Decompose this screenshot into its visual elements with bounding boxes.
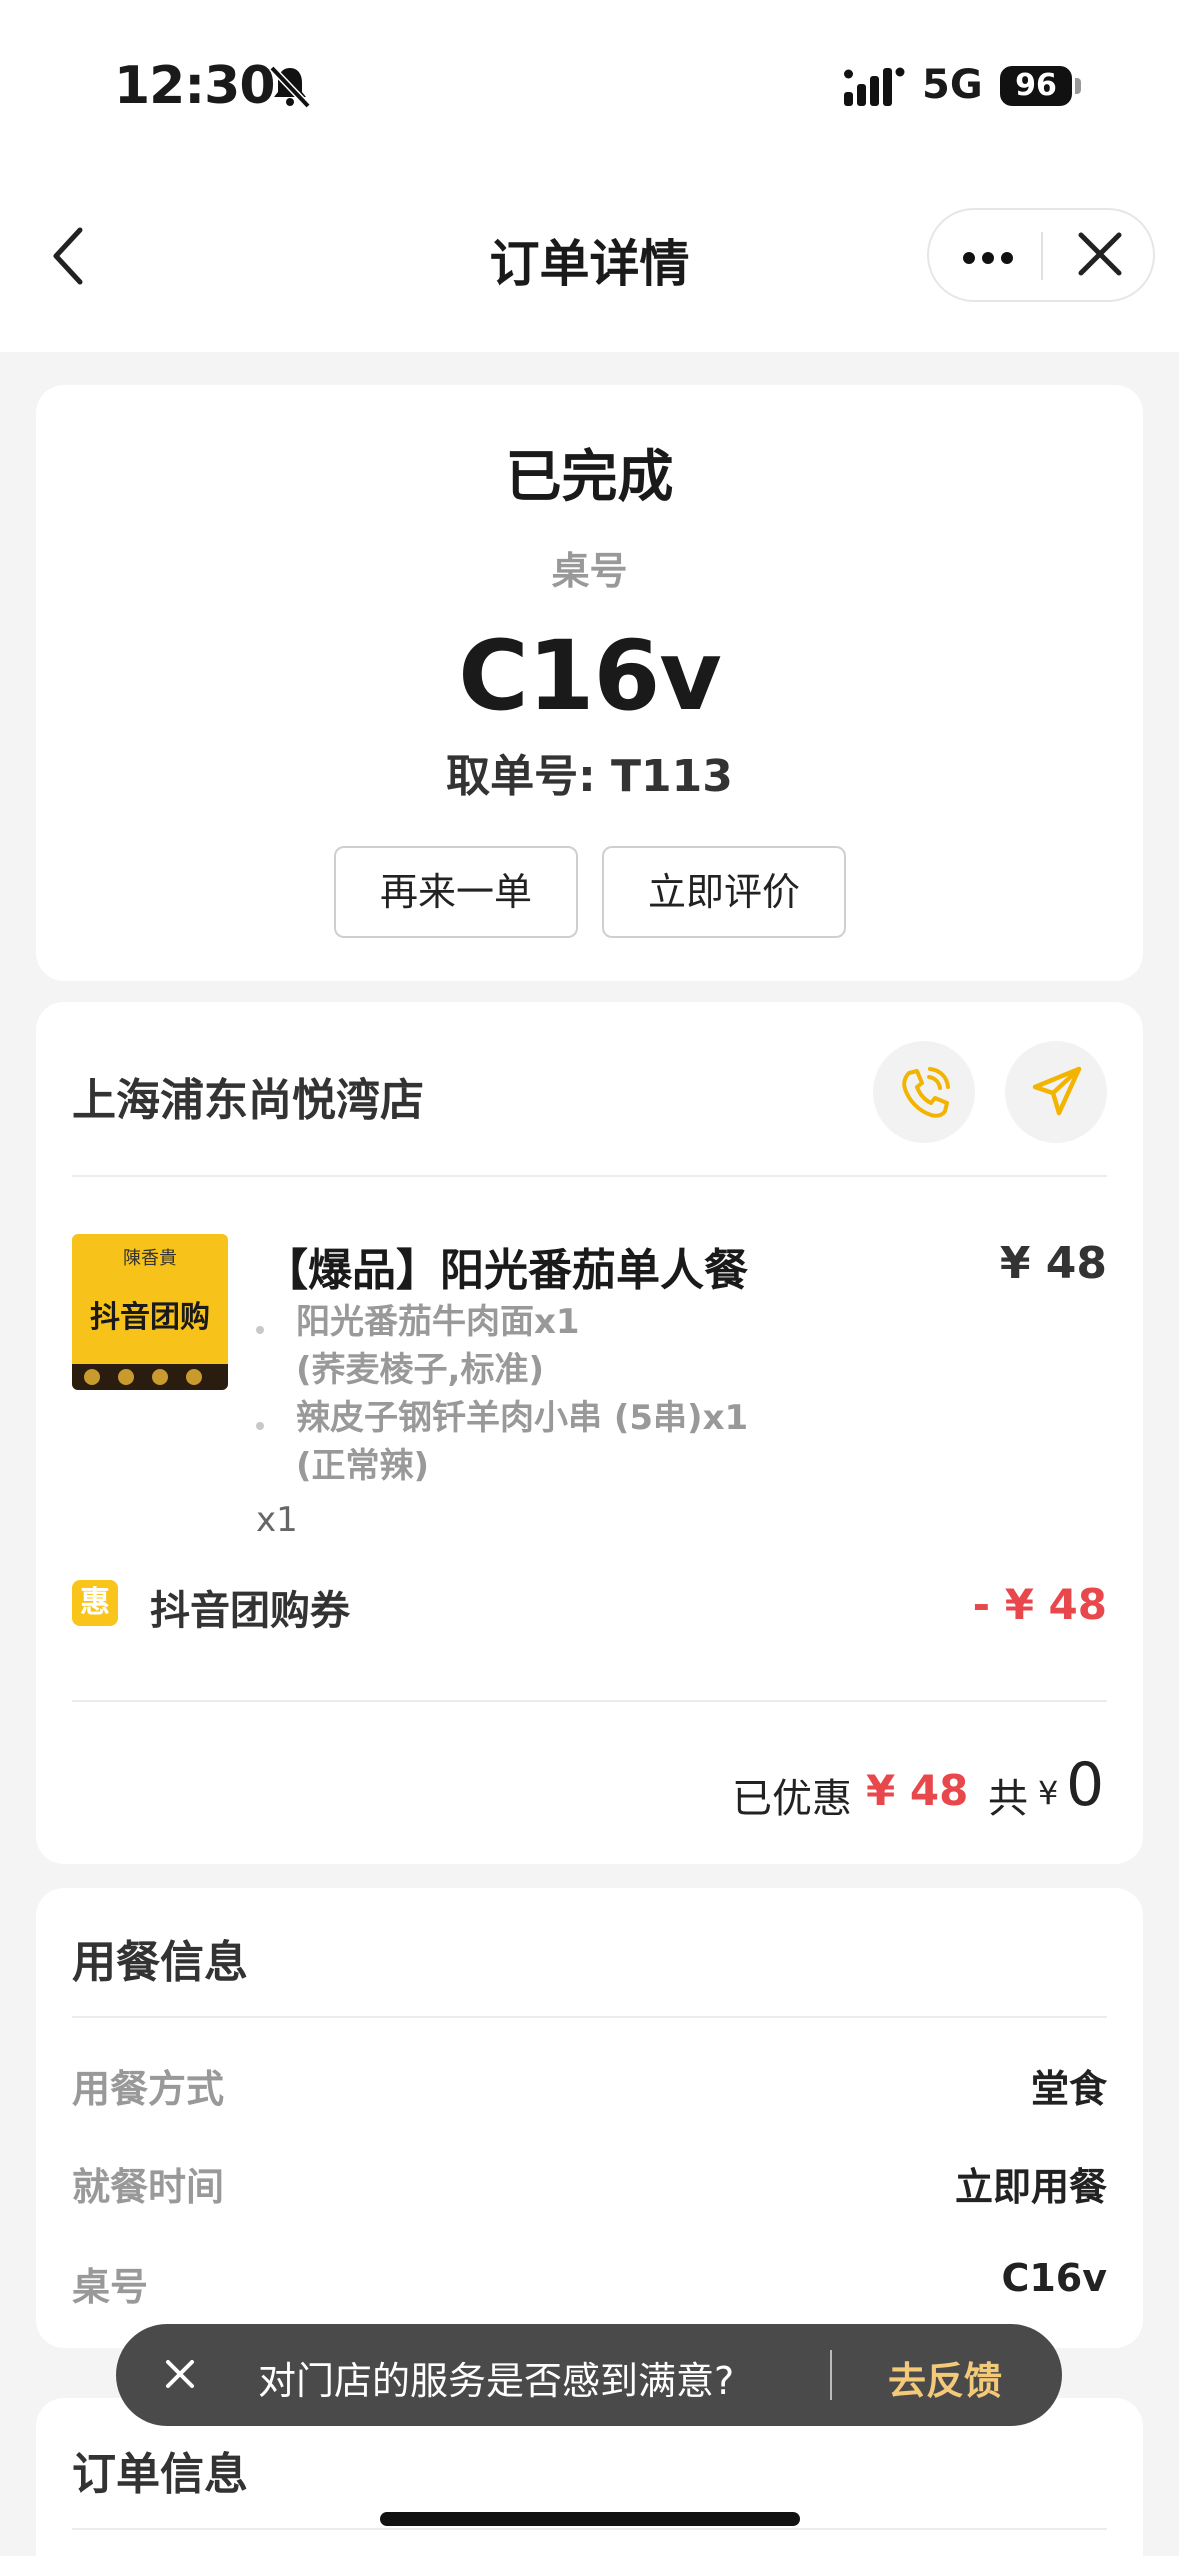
call-store-button[interactable]	[873, 1041, 975, 1143]
pickup-value: T113	[611, 751, 733, 802]
network-label: 5G	[922, 62, 983, 108]
more-dot-icon	[982, 252, 994, 264]
item-price: ¥ 48	[999, 1238, 1107, 1289]
navigation-arrow-icon	[1032, 1066, 1082, 1116]
info-value-dining-mode: 堂食	[1030, 2067, 1107, 2111]
info-label-dining-time: 就餐时间	[72, 2165, 225, 2209]
pickup-label: 取单号:	[446, 751, 612, 802]
navigate-button[interactable]	[1005, 1041, 1107, 1143]
more-dot-icon	[1001, 252, 1013, 264]
coupon-label: 抖音团购券	[150, 1588, 350, 1634]
total-currency: ¥	[1038, 1774, 1059, 1812]
dining-info-title: 用餐信息	[72, 1937, 248, 1988]
divider	[72, 1700, 1107, 1702]
thumb-text: 抖音团购	[90, 1300, 210, 1335]
reorder-button[interactable]: 再来一单	[334, 846, 578, 938]
divider	[72, 1175, 1107, 1177]
close-icon[interactable]	[1043, 210, 1155, 300]
bell-muted-icon	[269, 65, 311, 109]
divider	[72, 2528, 1107, 2530]
sub-item-name: 阳光番茄牛肉面x1	[296, 1302, 580, 1342]
more-dot-icon	[963, 252, 975, 264]
feedback-toast: 对门店的服务是否感到满意? 去反馈	[116, 2324, 1062, 2426]
thumb-brand: 陳香貴	[123, 1248, 177, 1269]
info-label-table: 桌号	[72, 2265, 149, 2309]
info-value-table: C16v	[1001, 2256, 1107, 2300]
item-name: 【爆品】阳光番茄单人餐	[264, 1245, 748, 1296]
home-indicator[interactable]	[380, 2512, 800, 2526]
phone-icon	[902, 1067, 950, 1118]
info-label-dining-mode: 用餐方式	[72, 2067, 225, 2111]
divider	[72, 2016, 1107, 2018]
table-number: C16v	[458, 620, 722, 732]
item-thumbnail: 陳香貴 抖音团购	[72, 1234, 228, 1390]
total-label: 共	[988, 1776, 1028, 1822]
mini-program-capsule	[927, 208, 1155, 302]
bullet	[256, 1422, 264, 1430]
battery-tip	[1075, 78, 1081, 94]
more-button[interactable]	[929, 210, 1042, 300]
status-time: 12:30	[114, 56, 276, 116]
thumb-decor-strip	[72, 1364, 228, 1390]
order-info-title: 订单信息	[72, 2449, 248, 2500]
toast-message: 对门店的服务是否感到满意?	[258, 2359, 735, 2403]
sub-item-name: 辣皮子钢钎羊肉小串 (5串)x1	[296, 1398, 749, 1438]
coupon-amount: - ¥ 48	[972, 1580, 1107, 1629]
order-status: 已完成	[505, 445, 674, 510]
pickup-number: 取单号: T113	[0, 740, 1179, 804]
toast-close-icon[interactable]	[160, 2354, 200, 2394]
feedback-button[interactable]: 去反馈	[888, 2350, 1002, 2405]
item-quantity: x1	[256, 1500, 298, 1540]
table-label: 桌号	[551, 549, 628, 593]
saved-label: 已优惠	[732, 1776, 852, 1822]
sub-item-detail: (正常辣)	[296, 1446, 430, 1486]
review-button[interactable]: 立即评价	[602, 846, 846, 938]
total-amount: 0	[1066, 1750, 1105, 1820]
sub-item-detail: (荞麦棱子,标准)	[296, 1350, 544, 1390]
coupon-badge: 惠	[72, 1580, 118, 1626]
signal-icon	[844, 67, 905, 106]
saved-amount: ¥ 48	[866, 1766, 969, 1815]
battery-indicator: 96	[1000, 66, 1072, 106]
store-name[interactable]: 上海浦东尚悦湾店	[72, 1064, 424, 1128]
toast-divider	[830, 2350, 832, 2400]
bullet	[256, 1326, 264, 1334]
info-value-dining-time: 立即用餐	[954, 2165, 1107, 2209]
